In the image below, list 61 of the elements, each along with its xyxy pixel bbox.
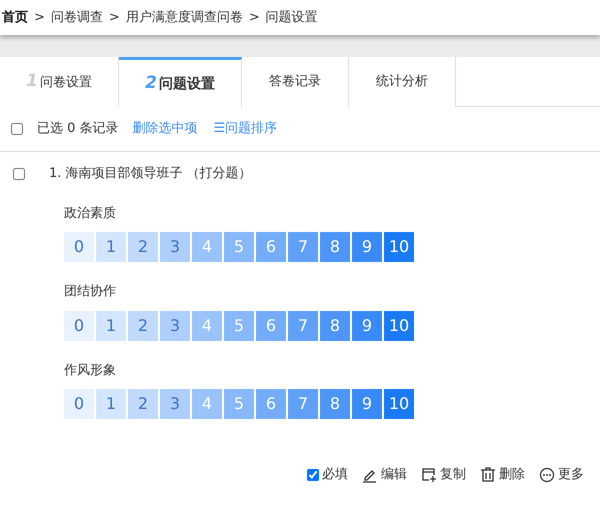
score-option[interactable]: 3 [160, 310, 190, 340]
score-option[interactable]: 1 [96, 232, 126, 262]
score-option[interactable]: 8 [320, 310, 350, 340]
rating-label: 政治素质 [64, 204, 117, 222]
score-option[interactable]: 3 [160, 232, 190, 262]
score-option[interactable]: 10 [384, 232, 414, 262]
breadcrumb-link[interactable]: 问卷调查 [50, 8, 103, 28]
more-button[interactable]: 更多 [539, 465, 584, 484]
score-option[interactable]: 6 [256, 310, 286, 340]
score-option[interactable]: 8 [320, 232, 350, 262]
score-option[interactable]: 8 [320, 389, 350, 419]
rating-label: 团结协作 [64, 283, 117, 301]
breadcrumb-link[interactable]: 用户满意度调查问卷 [126, 8, 243, 28]
score-option[interactable]: 2 [128, 232, 158, 262]
required-checkbox[interactable] [307, 468, 319, 481]
tab[interactable]: 2 问题设置 [119, 57, 242, 108]
breadcrumb-separator: > [34, 8, 45, 27]
score-option[interactable]: 7 [288, 232, 318, 262]
breadcrumb-link[interactable]: 首页 [2, 8, 28, 28]
score-option[interactable]: 0 [64, 232, 94, 262]
add-page-icon [421, 466, 437, 483]
score-option[interactable]: 6 [256, 389, 286, 419]
required-label: 必填 [322, 466, 348, 484]
copy-button[interactable]: 复制 [421, 465, 466, 484]
score-option[interactable]: 6 [256, 232, 286, 262]
edit-button[interactable]: 编辑 [362, 465, 407, 484]
score-option[interactable]: 3 [160, 389, 190, 419]
delete-selected-link[interactable]: 删除选中项 [132, 119, 198, 139]
rating-label: 作风形象 [64, 362, 117, 380]
score-option[interactable]: 7 [288, 389, 318, 419]
breadcrumb-separator: > [108, 8, 120, 27]
score-option[interactable]: 9 [352, 389, 382, 419]
score-option[interactable]: 0 [64, 389, 94, 419]
tab[interactable]: 统计分析 [349, 57, 456, 107]
select-all-checkbox[interactable] [11, 123, 23, 135]
score-option[interactable]: 1 [96, 310, 126, 340]
selection-count: 已选 0 条记录 [37, 120, 119, 138]
score-option[interactable]: 10 [384, 389, 414, 419]
score-option[interactable]: 0 [64, 310, 94, 340]
score-option[interactable]: 9 [352, 232, 382, 262]
breadcrumb-separator: > [248, 8, 260, 27]
tab[interactable]: 答卷记录 [242, 57, 349, 107]
score-option[interactable]: 1 [96, 389, 126, 419]
score-option[interactable]: 2 [128, 310, 158, 340]
score-option[interactable]: 4 [192, 232, 222, 262]
question-title: 1. 海南项目部领导班子 （打分题） [49, 165, 252, 183]
delete-button[interactable]: 删除 [480, 465, 525, 484]
score-option[interactable]: 4 [192, 389, 222, 419]
score-option[interactable]: 2 [128, 389, 158, 419]
score-option[interactable]: 4 [192, 310, 222, 340]
score-option[interactable]: 10 [384, 310, 414, 340]
trash-icon [480, 466, 496, 483]
more-icon [539, 466, 555, 483]
score-option[interactable]: 7 [288, 310, 318, 340]
question-checkbox[interactable] [13, 168, 25, 180]
score-option[interactable]: 5 [224, 389, 254, 419]
sort-link[interactable]: ☰问题排序 [214, 119, 278, 139]
breadcrumb-link[interactable]: 问题设置 [266, 8, 318, 28]
score-option[interactable]: 5 [224, 232, 254, 262]
score-option[interactable]: 9 [352, 310, 382, 340]
score-option[interactable]: 5 [224, 310, 254, 340]
